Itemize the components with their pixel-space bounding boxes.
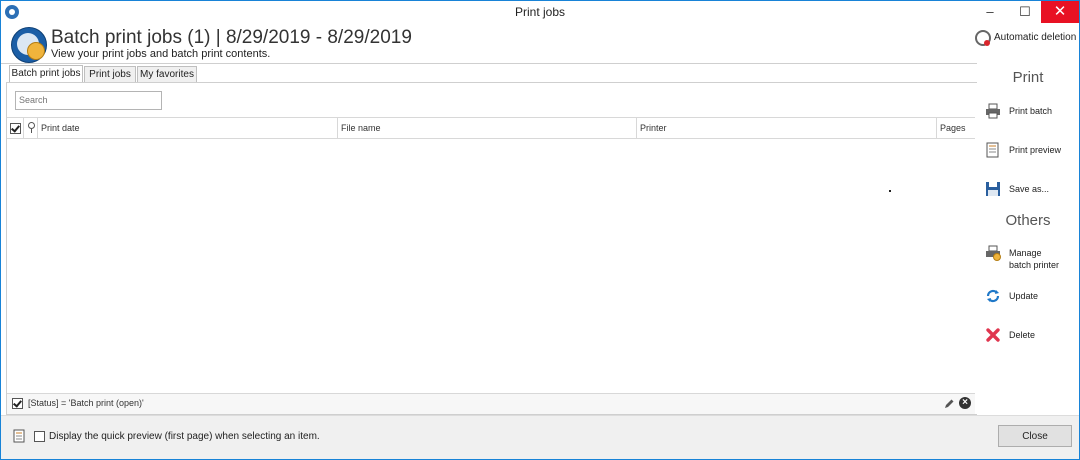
save-as-button[interactable]: Save as... xyxy=(985,179,1079,207)
column-print-date[interactable]: Print date xyxy=(38,118,338,138)
grid-header: Print date File name Printer Pages xyxy=(7,117,975,139)
manage-batch-printer-label: Manage batch printer xyxy=(1009,248,1060,270)
maximize-button[interactable]: ☐ xyxy=(1008,1,1042,23)
minimize-button[interactable]: – xyxy=(973,1,1007,23)
print-preview-button[interactable]: Print preview xyxy=(985,140,1079,168)
window-title: Print jobs xyxy=(514,5,566,19)
automatic-deletion-label: Automatic deletion xyxy=(994,32,1077,43)
quick-preview-checkbox[interactable] xyxy=(34,431,45,442)
quick-preview-label: Display the quick preview (first page) w… xyxy=(49,431,320,442)
refresh-icon xyxy=(986,289,1000,303)
actions-sidebar: Print Print batch Print preview Save as.… xyxy=(977,63,1079,415)
close-window-button[interactable]: ✕ xyxy=(1041,1,1079,23)
filter-expression: [Status] = 'Batch print (open)' xyxy=(28,398,144,408)
tab-print-jobs[interactable]: Print jobs xyxy=(84,66,136,82)
pin-icon xyxy=(28,122,35,133)
clock-delete-icon xyxy=(975,30,991,46)
jobs-panel: Print date File name Printer Pages [Stat… xyxy=(6,82,978,415)
close-button[interactable]: Close xyxy=(998,425,1072,447)
filter-enabled-checkbox[interactable] xyxy=(12,398,23,409)
filter-bar: [Status] = 'Batch print (open)' × xyxy=(7,393,975,414)
printer-icon xyxy=(986,103,1000,119)
update-label: Update xyxy=(1009,291,1039,301)
manage-printer-icon xyxy=(986,245,1001,261)
clear-filter-icon[interactable]: × xyxy=(959,397,971,409)
delete-label: Delete xyxy=(1009,330,1036,340)
print-section-title: Print xyxy=(1012,69,1044,86)
search-input[interactable] xyxy=(15,91,162,110)
print-preview-label: Print preview xyxy=(1009,145,1062,155)
column-file-name[interactable]: File name xyxy=(338,118,637,138)
page-header: Batch print jobs (1) | 8/29/2019 - 8/29/… xyxy=(1,25,1079,64)
delete-button[interactable]: Delete xyxy=(985,325,1079,353)
page-title: Batch print jobs (1) | 8/29/2019 - 8/29/… xyxy=(51,27,412,48)
preview-icon xyxy=(986,142,999,158)
tab-my-favorites[interactable]: My favorites xyxy=(137,66,197,82)
select-all-cell xyxy=(7,118,24,138)
floppy-icon xyxy=(986,182,1000,196)
manage-batch-printer-button[interactable]: Manage batch printer xyxy=(985,243,1079,271)
print-jobs-window: Print jobs – ☐ ✕ Batch print jobs (1) | … xyxy=(0,0,1080,460)
batch-print-logo-icon xyxy=(11,27,47,63)
pin-column-header[interactable] xyxy=(24,118,38,138)
print-batch-button[interactable]: Print batch xyxy=(985,101,1079,129)
others-section-title: Others xyxy=(1005,212,1051,229)
column-printer[interactable]: Printer xyxy=(637,118,937,138)
page-subtitle: View your print jobs and batch print con… xyxy=(51,48,271,60)
delete-icon xyxy=(986,328,1000,342)
tab-batch-print-jobs[interactable]: Batch print jobs xyxy=(9,65,83,83)
save-as-label: Save as... xyxy=(1009,184,1050,194)
column-pages[interactable]: Pages xyxy=(937,118,975,138)
edit-filter-pencil-icon[interactable] xyxy=(943,398,955,410)
print-batch-label: Print batch xyxy=(1009,106,1053,116)
footer-bar: Display the quick preview (first page) w… xyxy=(1,415,1079,459)
update-button[interactable]: Update xyxy=(985,286,1079,314)
stray-dot xyxy=(889,190,891,192)
title-bar: Print jobs – ☐ ✕ xyxy=(1,1,1079,25)
quick-preview-icon xyxy=(13,429,25,443)
select-all-checkbox[interactable] xyxy=(10,123,21,134)
